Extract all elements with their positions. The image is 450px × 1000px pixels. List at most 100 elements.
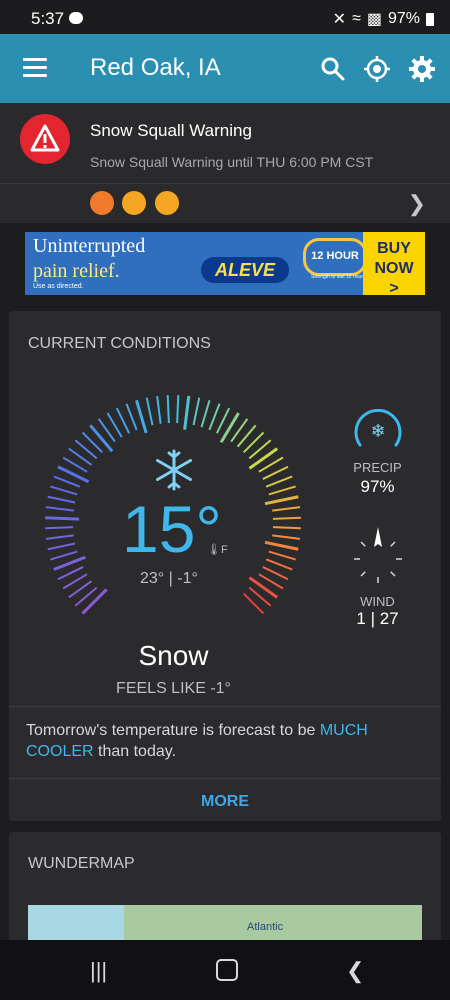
forecast-post: than today. [93,743,177,760]
recents-icon[interactable]: ||| [90,958,107,984]
alert-detail: Snow Squall Warning until THU 6:00 PM CS… [90,154,374,170]
menu-icon[interactable] [23,58,47,78]
gauge-tick [264,540,299,551]
gauge-tick [135,399,148,434]
ad-brand: ALEVE [201,257,289,283]
home-icon[interactable] [216,959,238,981]
wind-arrow-icon [373,527,382,547]
ad-banner[interactable]: Uninterrupted pain relief. Use as direct… [25,232,425,295]
gauge-tick [248,576,279,599]
forecast-section: Tomorrow's temperature is forecast to be… [9,706,441,760]
wifi-icon: ≈ [352,10,361,27]
condition: Snow [138,640,209,671]
ad-cta-1: BUY [377,240,411,257]
gauge-tick [125,403,138,431]
locate-icon[interactable] [362,54,392,84]
gauge-tick [272,506,301,512]
more-button[interactable]: MORE [9,778,441,822]
warning-icon [20,114,70,164]
gauge-tick [248,447,279,470]
status-time: 5:37 [31,9,65,28]
gauge-tick [89,424,114,453]
wind-compass-icon [353,527,402,583]
gauge-tick [262,465,289,480]
forecast-text: Tomorrow's temperature is forecast to be… [26,720,426,762]
gauge-tick [47,542,76,551]
chevron-right-icon[interactable]: ❯ [408,191,426,217]
gauge-tick [268,550,296,561]
precip-widget[interactable]: ❄ PRECIP 97% [345,405,410,497]
gauge-tick [57,566,84,581]
ad-cta-2: NOW [374,260,414,277]
alert-title: Snow Squall Warning [90,121,252,140]
gauge-tick [272,516,301,520]
warning-icon [90,191,114,215]
wundermap-heading: WUNDERMAP [28,855,135,872]
gauge-tick [262,566,289,581]
wind-speed: 1 [356,609,366,628]
gauge-tick [45,534,74,540]
search-icon[interactable] [318,54,348,84]
gauge-tick [208,403,221,431]
wundermap-preview[interactable]: Atlantic [28,905,422,945]
wind-gust: 27 [379,609,399,628]
ad-line1: Uninterrupted [33,235,146,257]
system-nav-bar: ||| ❮ [0,940,450,1000]
gauge-tick [264,495,299,506]
gauge-tick [47,495,76,504]
gauge-tick [166,395,170,424]
gauge-tick [45,506,74,512]
gauge-tick [145,397,154,426]
alert-banner[interactable]: Snow Squall Warning Snow Squall Warning … [0,103,450,183]
status-bar: 5:37 ✕ ≈ ▩ 97% [0,0,450,34]
gauge-tick [272,526,301,530]
battery-icon [426,12,434,26]
settings-icon[interactable] [407,54,437,84]
gauge-tick [115,407,130,434]
wind-values: 1 | 27 [356,609,399,628]
ad-badge: 12 HOUR [303,238,367,276]
ad-line3: Use as directed. [33,283,84,290]
gauge-tick [183,395,191,430]
compass-tick [389,541,396,547]
gauge-tick [45,516,80,521]
gauge-tick [265,475,293,488]
gauge-tick [268,485,296,496]
ad-buy-button[interactable]: BUY NOW > [363,232,425,295]
ad-cta-3: > [389,280,399,295]
gauge-tick [50,550,78,561]
temperature-unit-label: F [220,544,228,556]
gauge-tick [200,400,211,428]
battery-level: 97% [387,10,420,27]
status-right: ✕ ≈ ▩ 97% [333,9,434,29]
signal-icon: ▩ [366,11,382,28]
gauge-tick [50,485,78,496]
location-title[interactable]: Red Oak, IA [90,54,221,82]
message-icon [69,12,83,24]
forecast-pre: Tomorrow's temperature is forecast to be [26,722,320,739]
gauge-tick [272,534,301,540]
compass-tick [359,541,366,547]
map-label: Atlantic [247,921,284,933]
app-bar: Red Oak, IA [0,34,450,103]
alert-icons-row[interactable]: ❯ [0,183,450,223]
thermometer-icon [155,191,179,215]
ad-small-print: Strength to last 12 hours. [311,274,367,280]
gauge-tick [53,475,81,488]
gauge-tick [45,526,74,530]
compass-tick [389,571,396,577]
high-low: 23° | -1° [140,570,198,587]
gauge-tick [156,395,162,424]
precip-label: PRECIP [353,460,402,475]
precip-value: 97% [360,477,395,496]
gauge-tick [265,558,293,571]
gauge-tick [176,395,180,424]
back-icon[interactable]: ❮ [346,958,364,984]
wind-label: WIND [360,594,395,609]
precip-ring-icon: ❄ [354,408,401,447]
temperature-unit: 🌡F [207,544,228,556]
feels-like: FEELS LIKE -1° [116,680,231,697]
svg-text:❄: ❄ [370,421,385,442]
wind-widget[interactable]: WIND 1 | 27 [345,525,410,629]
snowflake-icon [156,449,192,491]
